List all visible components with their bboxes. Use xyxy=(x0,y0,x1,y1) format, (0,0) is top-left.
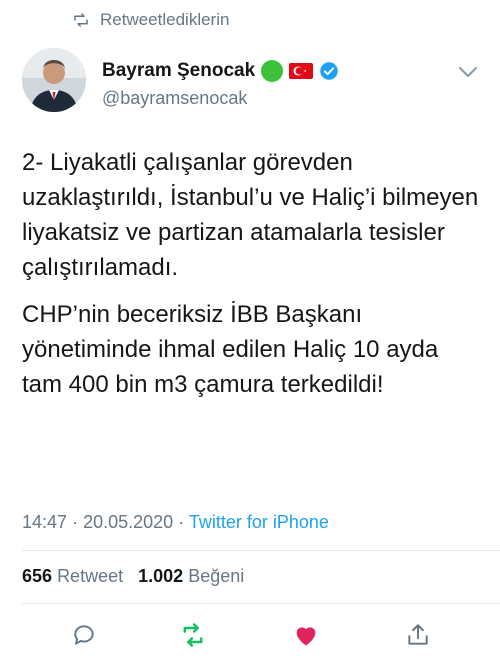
retweets-label: Retweet xyxy=(57,566,124,586)
tweet-text: 2- Liyakatli çalışanlar görevden uzaklaş… xyxy=(22,145,482,414)
retweet-button[interactable] xyxy=(175,617,211,653)
tweet-source-link[interactable]: Twitter for iPhone xyxy=(189,512,329,532)
author-handle: @bayramsenocak xyxy=(102,88,248,108)
retweet-icon xyxy=(183,623,203,647)
retweet-context: Retweetlediklerin xyxy=(72,10,229,30)
tweet-stats: 656 Retweet 1.002 Beğeni xyxy=(22,566,244,587)
tweet-paragraph: CHP’nin beceriksiz İBB Başkanı yönetimin… xyxy=(22,301,439,398)
tweet-time[interactable]: 14:47 xyxy=(22,512,67,532)
avatar-image xyxy=(22,48,86,112)
avatar[interactable] xyxy=(22,48,86,112)
chevron-down-icon[interactable] xyxy=(458,66,478,78)
share-button[interactable] xyxy=(400,617,436,653)
retweets-count: 656 xyxy=(22,566,53,586)
author-block[interactable]: Bayram Şenocak @bayramsenocak xyxy=(102,60,339,109)
share-icon xyxy=(408,624,428,645)
verified-icon xyxy=(320,62,338,80)
divider xyxy=(22,603,500,604)
retweet-context-label: Retweetlediklerin xyxy=(100,10,230,29)
likes-label: Beğeni xyxy=(188,566,245,586)
name-row: Bayram Şenocak xyxy=(102,60,339,82)
like-icon xyxy=(296,627,316,646)
tweet-actions xyxy=(0,617,500,653)
tweet-meta: 14:47 · 20.05.2020 · Twitter for iPhone xyxy=(22,512,329,533)
green-circle-icon xyxy=(261,60,284,82)
turkey-flag-icon xyxy=(289,63,314,79)
reply-button[interactable] xyxy=(66,617,102,653)
author-name[interactable]: Bayram Şenocak xyxy=(102,60,255,82)
tweet-paragraph: 2- Liyakatli çalışanlar görevden uzaklaş… xyxy=(22,149,479,281)
divider xyxy=(22,550,500,551)
likes-count: 1.002 xyxy=(138,566,184,586)
retweet-icon xyxy=(74,13,88,27)
meta-separator: · xyxy=(178,512,185,532)
reply-icon xyxy=(74,625,94,645)
like-button[interactable] xyxy=(288,617,324,653)
tweet-date[interactable]: 20.05.2020 xyxy=(83,512,173,532)
meta-separator: · xyxy=(72,512,79,532)
likes-stat[interactable]: 1.002 Beğeni xyxy=(138,566,244,586)
retweets-stat[interactable]: 656 Retweet xyxy=(22,566,128,586)
